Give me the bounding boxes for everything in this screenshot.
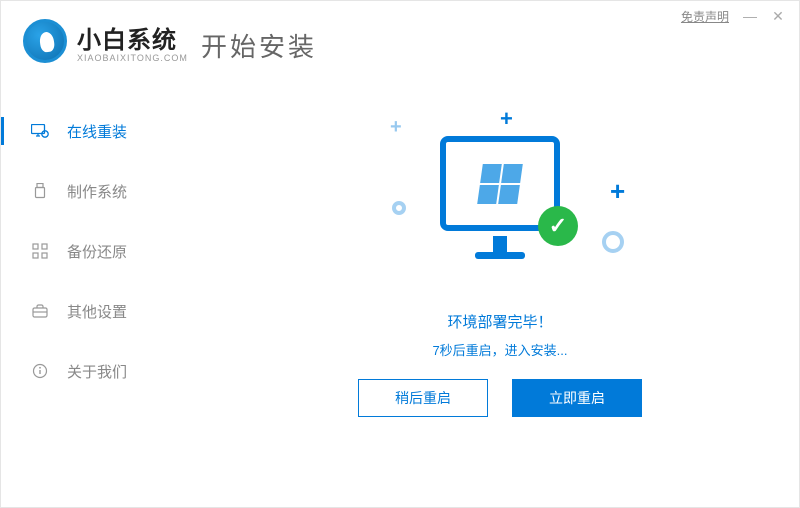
sidebar-item-make-system[interactable]: 制作系统 — [1, 161, 181, 221]
circle-icon — [602, 231, 624, 253]
plus-icon: + — [390, 116, 402, 139]
sidebar: 在线重装 制作系统 备份还原 其他设置 关于我们 — [1, 101, 181, 401]
app-logo — [23, 19, 67, 63]
plus-icon: + — [500, 106, 513, 132]
close-button[interactable]: ✕ — [771, 8, 785, 25]
usb-icon — [31, 183, 49, 199]
circle-icon — [392, 201, 406, 215]
page-title: 开始安装 — [201, 27, 317, 64]
brand-name: 小白系统 — [77, 20, 188, 55]
sidebar-item-label: 备份还原 — [67, 241, 127, 262]
sidebar-item-backup-restore[interactable]: 备份还原 — [1, 221, 181, 281]
grid-icon — [31, 243, 49, 259]
monitor-sync-icon — [31, 124, 49, 138]
plus-icon: + — [610, 176, 625, 207]
success-check-icon: ✓ — [538, 206, 578, 246]
sidebar-item-label: 其他设置 — [67, 301, 127, 322]
restart-now-button[interactable]: 立即重启 — [512, 379, 642, 417]
illustration: + + + ✓ — [380, 116, 620, 296]
brand-url: XIAOBAIXITONG.COM — [77, 53, 188, 63]
sidebar-item-other-settings[interactable]: 其他设置 — [1, 281, 181, 341]
sidebar-item-label: 关于我们 — [67, 361, 127, 382]
minimize-button[interactable]: — — [743, 8, 757, 24]
main-content: + + + ✓ 环境部署完毕！ 7秒后重启，进入安装... 稍后重启 立即重启 — [201, 81, 799, 507]
brand-block: 小白系统 XIAOBAIXITONG.COM — [77, 20, 188, 63]
sidebar-item-online-reinstall[interactable]: 在线重装 — [1, 101, 181, 161]
restart-later-button[interactable]: 稍后重启 — [358, 379, 488, 417]
monitor-base — [475, 252, 525, 259]
sidebar-item-about[interactable]: 关于我们 — [1, 341, 181, 401]
info-icon — [31, 363, 49, 379]
status-message: 环境部署完毕！ — [201, 311, 799, 332]
windows-flag-icon — [477, 164, 523, 204]
sidebar-item-label: 制作系统 — [67, 181, 127, 202]
toolbox-icon — [31, 304, 49, 318]
sidebar-item-label: 在线重装 — [67, 121, 127, 142]
disclaimer-link[interactable]: 免责声明 — [681, 8, 729, 25]
countdown-message: 7秒后重启，进入安装... — [201, 340, 799, 359]
